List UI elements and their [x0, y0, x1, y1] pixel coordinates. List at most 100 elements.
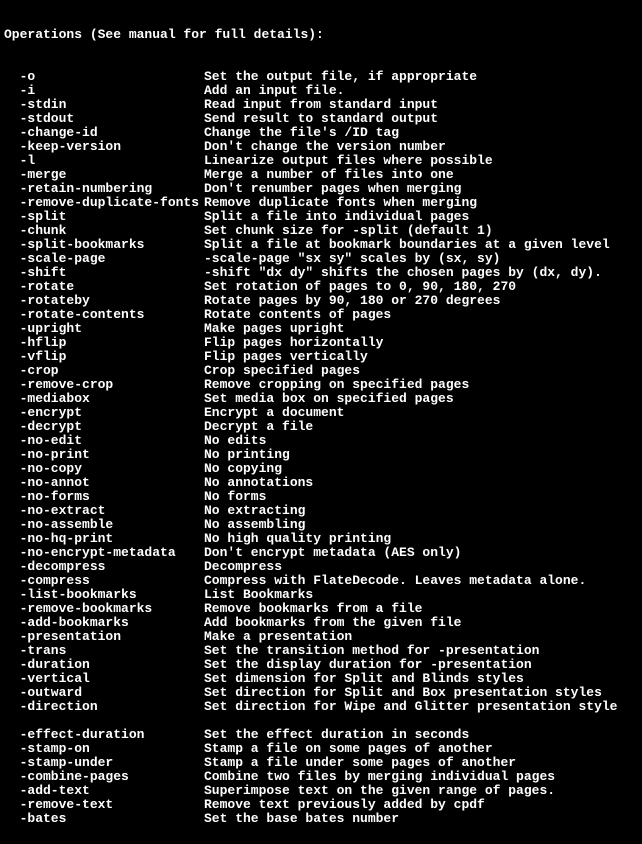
option-flag: -rotateby — [4, 294, 204, 308]
option-description: Stamp a file on some pages of another — [204, 742, 493, 756]
option-description: Set direction for Split and Box presenta… — [204, 686, 602, 700]
option-row: -durationSet the display duration for -p… — [4, 658, 638, 672]
option-description: Linearize output files where possible — [204, 154, 493, 168]
option-description: No edits — [204, 434, 266, 448]
option-flag: -no-extract — [4, 504, 204, 518]
option-row: -rotate-contentsRotate contents of pages — [4, 308, 638, 322]
option-description: Set media box on specified pages — [204, 392, 454, 406]
option-row: -split-bookmarksSplit a file at bookmark… — [4, 238, 638, 252]
option-row: -hflipFlip pages horizontally — [4, 336, 638, 350]
option-description: Send result to standard output — [204, 112, 438, 126]
option-description: No extracting — [204, 504, 305, 518]
option-row: -batesSet the base bates number — [4, 812, 638, 826]
option-description: Don't change the version number — [204, 140, 446, 154]
option-description: Set the display duration for -presentati… — [204, 658, 532, 672]
option-description: Remove duplicate fonts when merging — [204, 196, 477, 210]
option-row: -splitSplit a file into individual pages — [4, 210, 638, 224]
option-flag: -no-print — [4, 448, 204, 462]
option-description: Stamp a file under some pages of another — [204, 756, 516, 770]
option-row: -remove-textRemove text previously added… — [4, 798, 638, 812]
option-flag: -rotate — [4, 280, 204, 294]
option-row: -stamp-underStamp a file under some page… — [4, 756, 638, 770]
option-description: Set the transition method for -presentat… — [204, 644, 539, 658]
option-row: -cropCrop specified pages — [4, 364, 638, 378]
option-flag: -no-encrypt-metadata — [4, 546, 204, 560]
option-row: -presentationMake a presentation — [4, 630, 638, 644]
option-description: Read input from standard input — [204, 98, 438, 112]
option-row: -no-annotNo annotations — [4, 476, 638, 490]
option-description: Decrypt a file — [204, 420, 313, 434]
option-description: Set the effect duration in seconds — [204, 728, 469, 742]
option-description: Split a file at bookmark boundaries at a… — [204, 238, 610, 252]
option-flag: -upright — [4, 322, 204, 336]
option-row: -vflipFlip pages vertically — [4, 350, 638, 364]
option-description: Split a file into individual pages — [204, 210, 469, 224]
option-description: Encrypt a document — [204, 406, 344, 420]
option-flag: -no-annot — [4, 476, 204, 490]
option-row: -retain-numberingDon't renumber pages wh… — [4, 182, 638, 196]
option-flag: -retain-numbering — [4, 182, 204, 196]
option-description: Set the output file, if appropriate — [204, 70, 477, 84]
option-row: -effect-durationSet the effect duration … — [4, 728, 638, 742]
option-flag: -split-bookmarks — [4, 238, 204, 252]
option-flag: -duration — [4, 658, 204, 672]
option-row: -list-bookmarksList Bookmarks — [4, 588, 638, 602]
option-flag: -o — [4, 70, 204, 84]
option-flag: -remove-duplicate-fonts — [4, 196, 204, 210]
option-description: List Bookmarks — [204, 588, 313, 602]
option-description: Set dimension for Split and Blinds style… — [204, 672, 524, 686]
option-description: Crop specified pages — [204, 364, 360, 378]
option-description: No high quality printing — [204, 532, 391, 546]
option-flag: -split — [4, 210, 204, 224]
option-flag: -decompress — [4, 560, 204, 574]
option-row: -shift-shift "dx dy" shifts the chosen p… — [4, 266, 638, 280]
option-flag: -combine-pages — [4, 770, 204, 784]
option-description: Make pages upright — [204, 322, 344, 336]
option-description: Set chunk size for -split (default 1) — [204, 224, 493, 238]
option-flag: -stdout — [4, 112, 204, 126]
option-row: -no-encrypt-metadataDon't encrypt metada… — [4, 546, 638, 560]
option-row: -combine-pagesCombine two files by mergi… — [4, 770, 638, 784]
option-row: -no-editNo edits — [4, 434, 638, 448]
option-description: Superimpose text on the given range of p… — [204, 784, 555, 798]
option-flag: -add-text — [4, 784, 204, 798]
option-flag: -remove-bookmarks — [4, 602, 204, 616]
option-flag: -vflip — [4, 350, 204, 364]
options-list: -oSet the output file, if appropriate -i… — [4, 70, 638, 826]
option-flag: -direction — [4, 700, 204, 714]
option-flag: -bates — [4, 812, 204, 826]
option-flag: -stamp-on — [4, 742, 204, 756]
option-flag: -remove-text — [4, 798, 204, 812]
option-row: -scale-page-scale-page "sx sy" scales by… — [4, 252, 638, 266]
header-text: Operations (See manual for full details)… — [4, 28, 324, 42]
option-description: Decompress — [204, 560, 282, 574]
option-flag: -no-hq-print — [4, 532, 204, 546]
option-row: -compressCompress with FlateDecode. Leav… — [4, 574, 638, 588]
option-flag: -shift — [4, 266, 204, 280]
option-row: -lLinearize output files where possible — [4, 154, 638, 168]
option-flag: -presentation — [4, 630, 204, 644]
option-flag: -effect-duration — [4, 728, 204, 742]
option-description: No printing — [204, 448, 290, 462]
option-flag: -keep-version — [4, 140, 204, 154]
option-description: Flip pages vertically — [204, 350, 368, 364]
option-flag: -l — [4, 154, 204, 168]
option-row: -oSet the output file, if appropriate — [4, 70, 638, 84]
option-row: -no-assembleNo assembling — [4, 518, 638, 532]
option-flag: -trans — [4, 644, 204, 658]
option-row: -add-textSuperimpose text on the given r… — [4, 784, 638, 798]
option-row: -mediaboxSet media box on specified page… — [4, 392, 638, 406]
blank-line — [4, 714, 638, 728]
option-flag: -decrypt — [4, 420, 204, 434]
option-row: -no-printNo printing — [4, 448, 638, 462]
option-description: No assembling — [204, 518, 305, 532]
header-line: Operations (See manual for full details)… — [4, 28, 638, 42]
option-row: -encryptEncrypt a document — [4, 406, 638, 420]
option-description: Compress with FlateDecode. Leaves metada… — [204, 574, 586, 588]
option-flag: -mediabox — [4, 392, 204, 406]
option-row: -add-bookmarksAdd bookmarks from the giv… — [4, 616, 638, 630]
option-flag: -change-id — [4, 126, 204, 140]
option-flag: -remove-crop — [4, 378, 204, 392]
option-description: Combine two files by merging individual … — [204, 770, 555, 784]
option-description: Rotate pages by 90, 180 or 270 degrees — [204, 294, 500, 308]
